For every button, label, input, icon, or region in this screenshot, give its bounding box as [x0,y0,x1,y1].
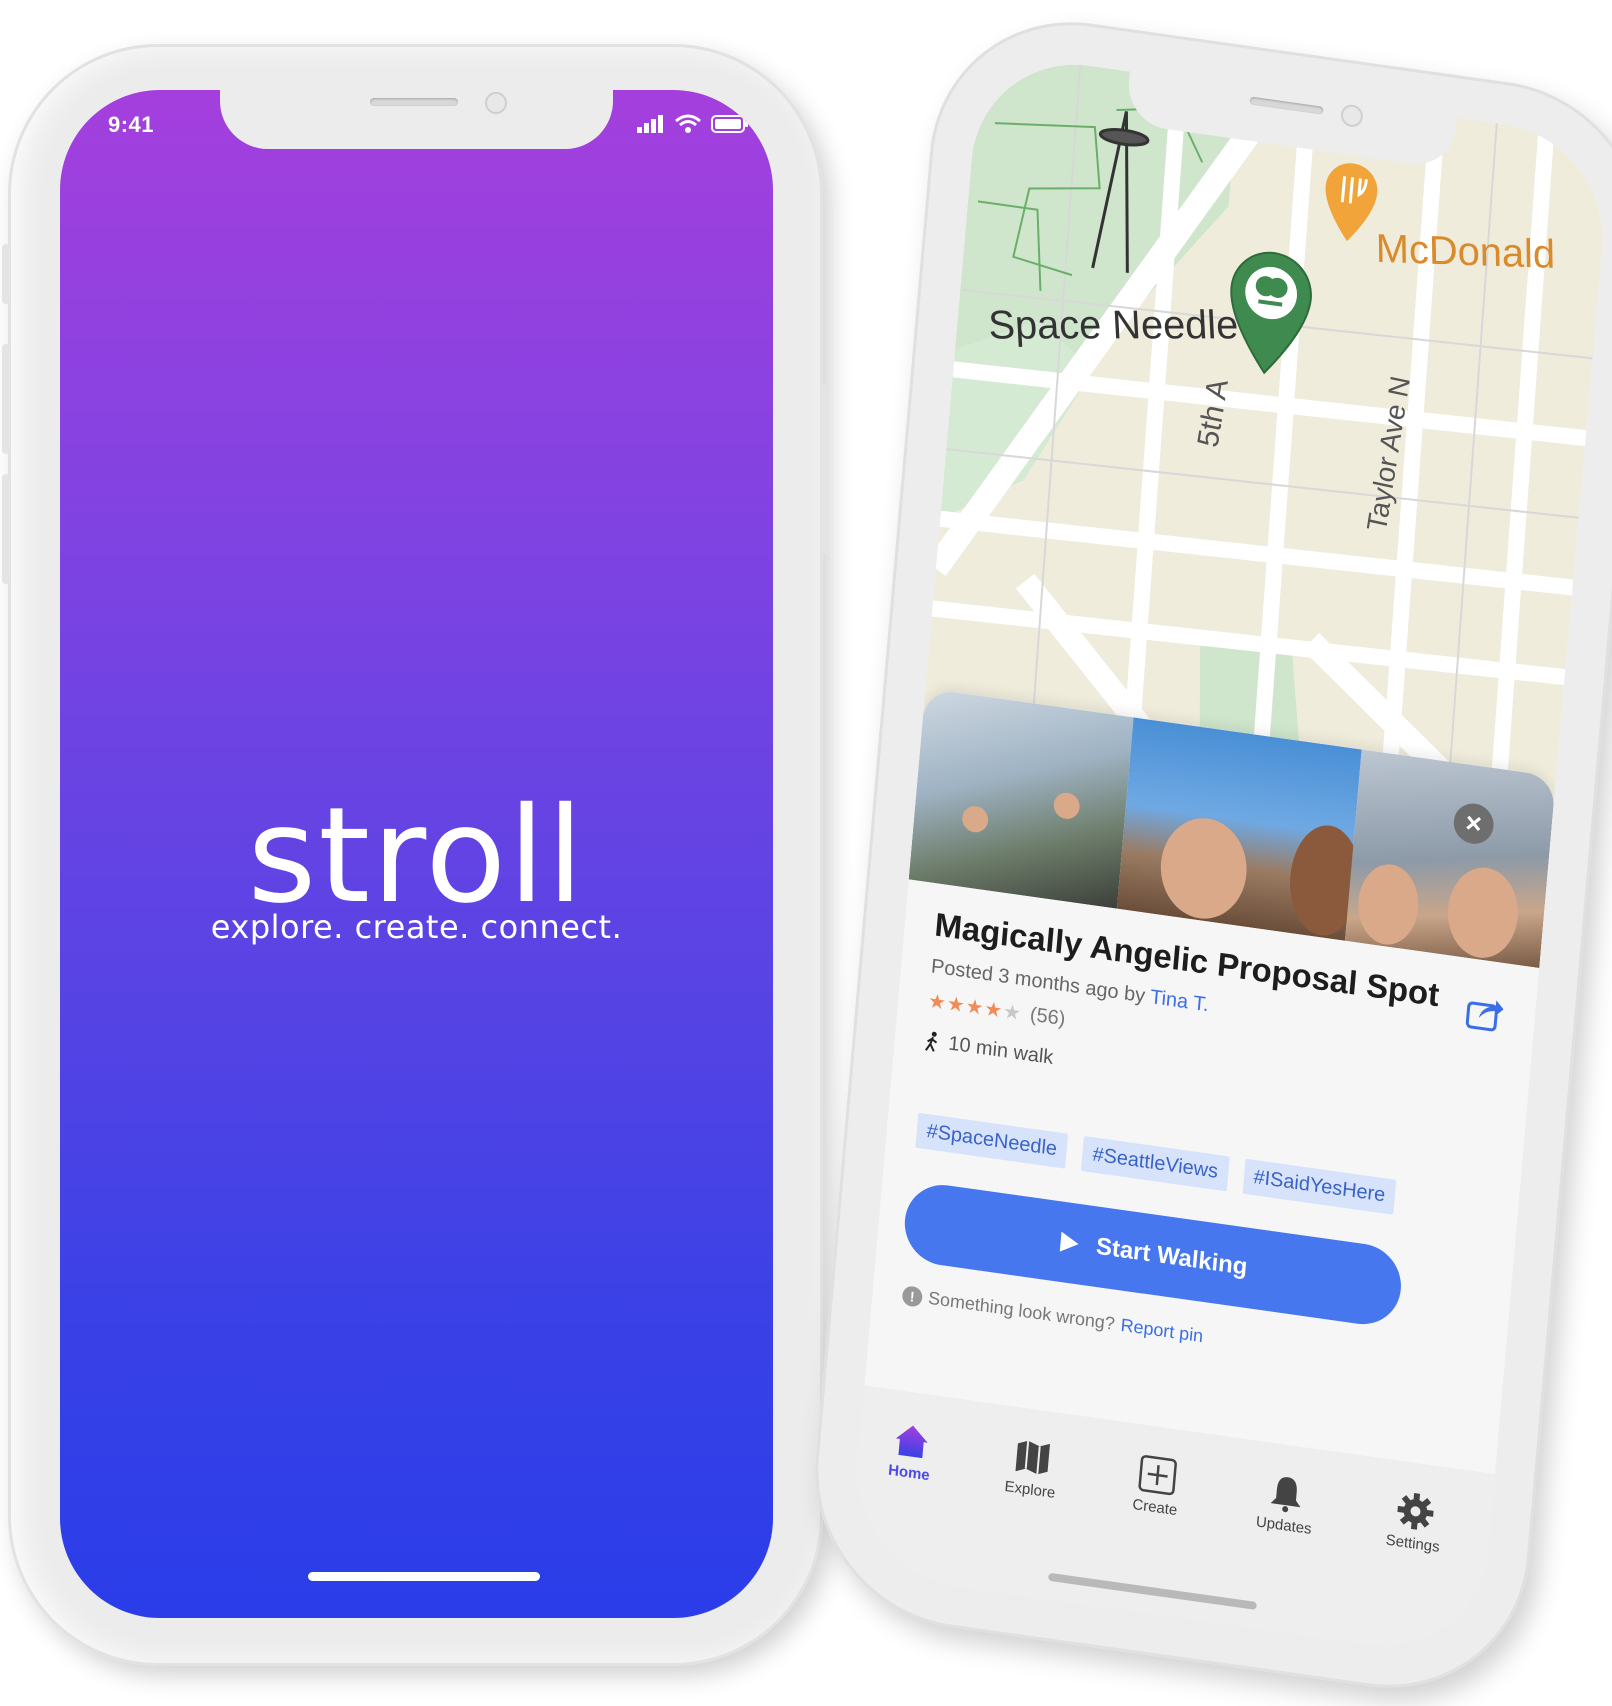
stroll-logo: stroll [247,779,586,933]
tab-home[interactable]: Home [859,1414,963,1489]
speaker-grille [1249,96,1324,115]
park-pin [1230,251,1312,375]
tab-label: Settings [1385,1531,1441,1556]
map-phone: Space Needle McDonald 5th A Taylor Ave N [802,2,1612,1706]
tag-chip[interactable]: #SeattleViews [1081,1136,1230,1192]
home-icon [895,1425,928,1459]
rating-count: (56) [1029,1003,1067,1031]
map-icon [1015,1440,1050,1475]
map-screen: Space Needle McDonald 5th A Taylor Ave N [848,50,1612,1660]
walking-person-icon [925,1031,938,1052]
front-camera [485,92,507,114]
plus-square-icon [1138,1455,1177,1496]
splash-phone: 9:41 stroll explore. create. connect. [2,44,829,1666]
mute-switch [2,244,10,304]
volume-up-button [2,344,10,454]
tab-create[interactable]: Create [1105,1448,1209,1523]
tab-updates[interactable]: Updates [1233,1466,1337,1541]
map-label-space-needle: Space Needle [987,303,1240,348]
splash-screen: 9:41 stroll explore. create. connect. [60,90,773,1618]
report-prompt: Something look wrong? [927,1287,1116,1334]
home-indicator[interactable] [308,1572,540,1581]
tab-explore[interactable]: Explore [980,1431,1084,1506]
stage: 9:41 stroll explore. create. connect. Sp… [0,0,1612,1706]
photo-proposal[interactable] [908,688,1134,909]
photo-friends[interactable] [1344,749,1557,969]
tab-label: Updates [1255,1513,1313,1538]
restaurant-pin [1325,163,1378,242]
play-icon [1059,1231,1079,1252]
share-icon[interactable] [1464,990,1507,1035]
wifi-icon [675,114,701,133]
battery-icon [711,115,748,133]
home-indicator[interactable] [1048,1572,1257,1610]
info-icon: ! [901,1284,924,1308]
speaker-grille [370,98,458,106]
status-time: 9:41 [108,112,155,137]
tagline: explore. create. connect. [210,908,623,946]
tab-label: Create [1131,1495,1178,1520]
tag-chip[interactable]: #SpaceNeedle [915,1112,1069,1169]
map-phone-wrap: Space Needle McDonald 5th A Taylor Ave N [802,2,1612,1706]
author-link[interactable]: Tina T. [1149,986,1209,1016]
gear-icon [1397,1492,1434,1530]
tab-settings[interactable]: Settings [1362,1484,1466,1559]
report-pin-link[interactable]: Report pin [1120,1315,1204,1347]
map-label-mcdonalds: McDonald [1375,226,1556,277]
pin-detail-card: × Magically Angelic Proposal Spot Posted… [864,688,1557,1475]
notch [220,90,613,149]
bell-icon [1270,1477,1301,1513]
tab-label: Home [887,1461,931,1485]
star-rating-icon: ★★★★★ [927,990,1023,1026]
front-camera [1340,103,1364,129]
signal-icon [637,115,663,133]
photo-selfie-needle[interactable] [1116,717,1365,941]
walk-time-text: 10 min walk [947,1032,1055,1070]
tag-chip[interactable]: #ISaidYesHere [1242,1158,1397,1215]
status-icons [637,114,749,134]
tab-label: Explore [1003,1477,1056,1502]
start-walking-label: Start Walking [1094,1232,1249,1281]
volume-down-button [2,474,10,584]
